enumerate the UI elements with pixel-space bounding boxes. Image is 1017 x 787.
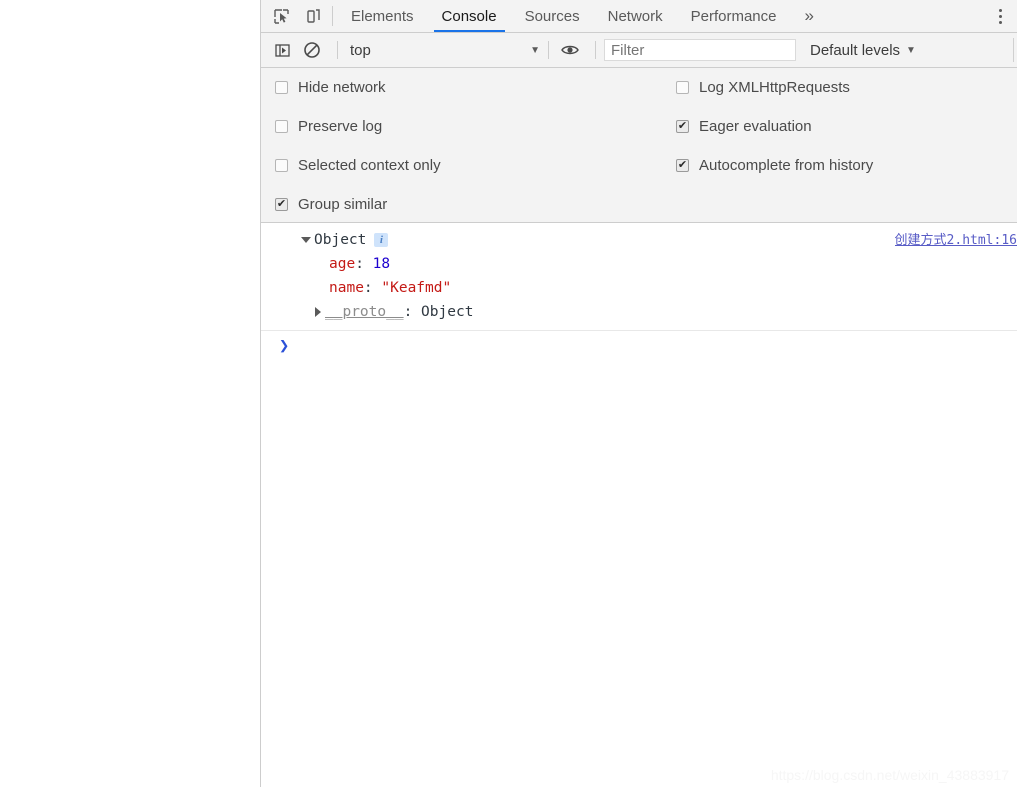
tab-sources[interactable]: Sources: [511, 0, 594, 32]
tab-console[interactable]: Console: [428, 0, 511, 32]
more-tabs-label: »: [804, 6, 814, 25]
tabbar-right-group: [976, 0, 1017, 32]
property-separator-proto: :: [403, 304, 422, 320]
tab-network[interactable]: Network: [594, 0, 677, 32]
screenshot-root: Elements Console Sources Network Perform…: [0, 0, 1017, 787]
kebab-dot-3: [998, 20, 1002, 24]
tab-network-label: Network: [607, 7, 663, 25]
object-proto-row[interactable]: __proto__: Object: [301, 300, 1017, 324]
console-settings-pane: Hide network Preserve log Selected conte…: [261, 68, 1017, 223]
tab-console-label: Console: [441, 7, 497, 25]
device-toolbar-icon[interactable]: [300, 3, 326, 29]
console-filter-input[interactable]: [604, 39, 796, 61]
setting-eager-evaluation[interactable]: Eager evaluation: [676, 118, 812, 135]
expand-triangle-down-icon[interactable]: [301, 237, 311, 243]
property-value-age: 18: [372, 256, 391, 272]
info-badge-icon[interactable]: i: [374, 233, 389, 247]
tab-elements[interactable]: Elements: [337, 0, 428, 32]
devtools-panel: Elements Console Sources Network Perform…: [260, 0, 1017, 787]
console-toolbar: top ▼ Default levels ▼: [261, 33, 1017, 68]
kebab-dot-2: [998, 14, 1002, 18]
chevron-down-icon: ▼: [530, 44, 540, 56]
watermark-text: https://blog.csdn.net/weixin_43883917: [770, 767, 1009, 783]
setting-log-xmlhttprequests[interactable]: Log XMLHttpRequests: [676, 79, 850, 96]
property-key-age: age: [329, 256, 356, 272]
execution-context-value: top: [350, 41, 371, 59]
kebab-dot-1: [998, 8, 1002, 12]
setting-selected-context-only[interactable]: Selected context only: [275, 157, 441, 174]
tab-performance[interactable]: Performance: [677, 0, 791, 32]
tab-elements-label: Elements: [351, 7, 414, 25]
inspect-element-icon[interactable]: [268, 3, 294, 29]
setting-hide-network[interactable]: Hide network: [275, 79, 386, 96]
setting-group-similar[interactable]: Group similar: [275, 196, 387, 213]
object-root-label: Object: [314, 232, 367, 248]
log-levels-label: Default levels: [810, 41, 901, 59]
selected-context-only-checkbox[interactable]: [275, 159, 288, 172]
log-xmlhttprequests-label: Log XMLHttpRequests: [699, 79, 850, 96]
property-separator-name: :: [363, 280, 382, 296]
log-levels-selector[interactable]: Default levels ▼: [810, 42, 916, 59]
toolbar-divider-3: [595, 41, 596, 59]
setting-preserve-log[interactable]: Preserve log: [275, 118, 382, 135]
property-value-name: "Keafmd": [381, 280, 452, 296]
hide-network-label: Hide network: [298, 79, 386, 96]
tab-performance-label: Performance: [690, 7, 777, 25]
preserve-log-checkbox[interactable]: [275, 120, 288, 133]
tabbar-divider: [332, 6, 333, 26]
property-key-name: name: [329, 280, 364, 296]
autocomplete-from-history-checkbox[interactable]: [676, 159, 689, 172]
toolbar-divider-4: [1013, 38, 1014, 62]
console-sidebar-toggle-icon[interactable]: [269, 37, 295, 63]
prompt-caret-icon: ❯: [279, 336, 290, 356]
more-tabs-icon[interactable]: »: [791, 0, 828, 32]
console-prompt-row[interactable]: ❯: [261, 331, 1017, 365]
group-similar-checkbox[interactable]: [275, 198, 288, 211]
devtools-menu-icon[interactable]: [983, 0, 1017, 32]
selected-context-only-label: Selected context only: [298, 157, 441, 174]
eager-evaluation-label: Eager evaluation: [699, 118, 812, 135]
toolbar-tail: [916, 38, 1017, 62]
expand-triangle-right-icon[interactable]: [315, 307, 321, 317]
autocomplete-from-history-label: Autocomplete from history: [699, 157, 874, 174]
console-log-entry[interactable]: 创建方式2.html:16 Object i age: 18 name: "Ke…: [261, 223, 1017, 331]
eager-evaluation-checkbox[interactable]: [676, 120, 689, 133]
tab-sources-label: Sources: [524, 7, 580, 25]
live-expression-eye-icon[interactable]: [557, 37, 583, 63]
execution-context-selector[interactable]: top ▼: [346, 42, 540, 59]
object-property-row: age: 18: [301, 252, 1017, 276]
property-value-proto: Object: [421, 304, 474, 320]
devtools-tabbar: Elements Console Sources Network Perform…: [261, 0, 1017, 33]
preserve-log-label: Preserve log: [298, 118, 383, 135]
setting-autocomplete-from-history[interactable]: Autocomplete from history: [676, 157, 873, 174]
levels-chevron-down-icon: ▼: [906, 44, 916, 56]
toolbar-divider-1: [337, 41, 338, 59]
property-separator-age: :: [355, 256, 373, 272]
log-source-link[interactable]: 创建方式2.html:16: [895, 229, 1017, 248]
clear-console-icon[interactable]: [299, 37, 325, 63]
object-property-row: name: "Keafmd": [301, 276, 1017, 300]
console-output-area[interactable]: 创建方式2.html:16 Object i age: 18 name: "Ke…: [261, 223, 1017, 787]
property-key-proto: __proto__: [325, 304, 404, 320]
devtools-tabs: Elements Console Sources Network Perform…: [337, 0, 976, 32]
group-similar-label: Group similar: [298, 196, 388, 213]
toolbar-divider-2: [548, 41, 549, 59]
web-page-viewport: [0, 0, 260, 787]
hide-network-checkbox[interactable]: [275, 81, 288, 94]
log-xmlhttprequests-checkbox[interactable]: [676, 81, 689, 94]
tabbar-tool-icons: [261, 0, 330, 32]
